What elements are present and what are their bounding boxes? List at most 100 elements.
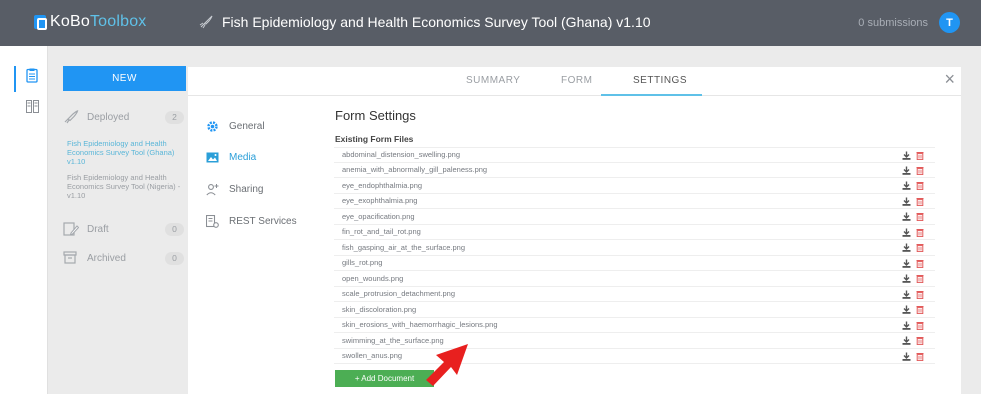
download-icon[interactable] (902, 336, 911, 345)
form-settings-title: Form Settings (335, 108, 416, 123)
file-row: abdominal_distension_swelling.png (334, 147, 935, 163)
file-name: scale_protrusion_detachment.png (342, 289, 455, 299)
file-name: eye_endophthalmia.png (342, 180, 423, 190)
download-icon[interactable] (902, 321, 911, 330)
sidebar-form-nigeria[interactable]: Fish Epidemiology and Health Economics S… (67, 173, 187, 200)
download-icon[interactable] (902, 166, 911, 175)
download-icon[interactable] (902, 352, 911, 361)
settings-nav-general[interactable]: General (206, 120, 265, 133)
new-button[interactable]: NEW (63, 66, 186, 91)
download-icon[interactable] (902, 305, 911, 314)
file-name: fin_rot_and_tail_rot.png (342, 227, 421, 237)
form-title-area: Fish Epidemiology and Health Economics S… (198, 14, 651, 30)
settings-nav-general-label: General (229, 121, 265, 132)
delete-icon[interactable] (916, 166, 924, 175)
rail-active-indicator (14, 66, 16, 92)
logo-text-kobo: KoBo (50, 13, 90, 30)
file-name: abdominal_distension_swelling.png (342, 150, 460, 160)
settings-nav-sharing[interactable]: Sharing (206, 183, 263, 196)
sidebar-archived-label: Archived (87, 252, 126, 264)
download-icon[interactable] (902, 181, 911, 190)
sidebar-archived[interactable]: Archived 0 (63, 251, 184, 265)
sidebar-form-ghana[interactable]: Fish Epidemiology and Health Economics S… (67, 139, 187, 166)
image-icon (206, 152, 219, 163)
delete-icon[interactable] (916, 212, 924, 221)
kobotoolbox-logo[interactable]: KoBoToolbox (34, 13, 147, 31)
settings-nav-media-label: Media (229, 152, 257, 163)
draft-icon (63, 222, 79, 236)
library-icon[interactable] (26, 100, 39, 113)
file-name: anemia_with_abnormally_gill_paleness.png (342, 165, 488, 175)
sidebar-draft[interactable]: Draft 0 (63, 222, 184, 236)
delete-icon[interactable] (916, 274, 924, 283)
archived-count-badge: 0 (165, 251, 184, 265)
close-icon[interactable]: × (944, 70, 955, 88)
settings-nav-media[interactable]: Media (206, 151, 256, 164)
settings-nav-rest-services-label: REST Services (229, 216, 297, 227)
delete-icon[interactable] (916, 305, 924, 314)
forms-icon[interactable] (26, 68, 38, 83)
download-icon[interactable] (902, 151, 911, 160)
download-icon[interactable] (902, 243, 911, 252)
tab-settings[interactable]: SETTINGS (633, 75, 687, 86)
delete-icon[interactable] (916, 290, 924, 299)
tab-summary[interactable]: SUMMARY (466, 75, 520, 86)
file-name: skin_discoloration.png (342, 304, 417, 314)
download-icon[interactable] (902, 197, 911, 206)
annotation-arrow (426, 344, 468, 386)
file-row: fish_gasping_air_at_the_surface.png (334, 240, 935, 256)
delete-icon[interactable] (916, 259, 924, 268)
page-title: Fish Epidemiology and Health Economics S… (222, 14, 651, 30)
logo-text-toolbox: Toolbox (89, 13, 147, 30)
rocket-icon (64, 110, 79, 124)
main-panel: SUMMARY FORM SETTINGS × General Media Sh… (188, 67, 961, 394)
rocket-icon (199, 15, 213, 29)
file-name: eye_opacification.png (342, 211, 415, 221)
delete-icon[interactable] (916, 336, 924, 345)
file-row: anemia_with_abnormally_gill_paleness.png (334, 163, 935, 178)
file-row: skin_discoloration.png (334, 302, 935, 318)
tab-form[interactable]: FORM (561, 75, 592, 86)
file-row: gills_rot.png (334, 256, 935, 271)
file-row: scale_protrusion_detachment.png (334, 287, 935, 302)
archive-icon (63, 251, 77, 264)
settings-nav-rest-services[interactable]: REST Services (206, 215, 297, 228)
rest-services-icon (206, 215, 219, 228)
file-name: gills_rot.png (342, 258, 383, 268)
delete-icon[interactable] (916, 197, 924, 206)
sidebar-deployed-label: Deployed (87, 111, 130, 123)
file-row: skin_erosions_with_haemorrhagic_lesions.… (334, 318, 935, 333)
tab-active-underline (601, 94, 702, 96)
deployed-count-badge: 2 (165, 110, 184, 124)
share-user-icon (206, 184, 219, 196)
user-avatar[interactable]: T (939, 12, 960, 33)
download-icon[interactable] (902, 259, 911, 268)
download-icon[interactable] (902, 212, 911, 221)
download-icon[interactable] (902, 290, 911, 299)
left-icon-rail (0, 46, 48, 394)
file-row: fin_rot_and_tail_rot.png (334, 225, 935, 240)
file-row: eye_endophthalmia.png (334, 178, 935, 194)
delete-icon[interactable] (916, 321, 924, 330)
file-row: open_wounds.png (334, 271, 935, 287)
file-name: skin_erosions_with_haemorrhagic_lesions.… (342, 320, 498, 330)
file-row: eye_opacification.png (334, 209, 935, 225)
kobo-logo-icon (34, 15, 47, 30)
file-list: abdominal_distension_swelling.png anemia_… (334, 147, 935, 364)
delete-icon[interactable] (916, 352, 924, 361)
delete-icon[interactable] (916, 228, 924, 237)
sidebar-deployed[interactable]: Deployed 2 (63, 110, 184, 124)
tabs-bar: SUMMARY FORM SETTINGS × (188, 67, 961, 96)
download-icon[interactable] (902, 228, 911, 237)
submissions-count: 0 submissions (858, 17, 928, 29)
scrollbar[interactable] (961, 67, 981, 394)
delete-icon[interactable] (916, 181, 924, 190)
file-row: eye_exophthalmia.png (334, 194, 935, 209)
delete-icon[interactable] (916, 243, 924, 252)
file-name: open_wounds.png (342, 273, 404, 283)
delete-icon[interactable] (916, 151, 924, 160)
draft-count-badge: 0 (165, 222, 184, 236)
download-icon[interactable] (902, 274, 911, 283)
add-document-button[interactable]: + Add Document (335, 370, 434, 387)
settings-nav-sharing-label: Sharing (229, 184, 264, 195)
